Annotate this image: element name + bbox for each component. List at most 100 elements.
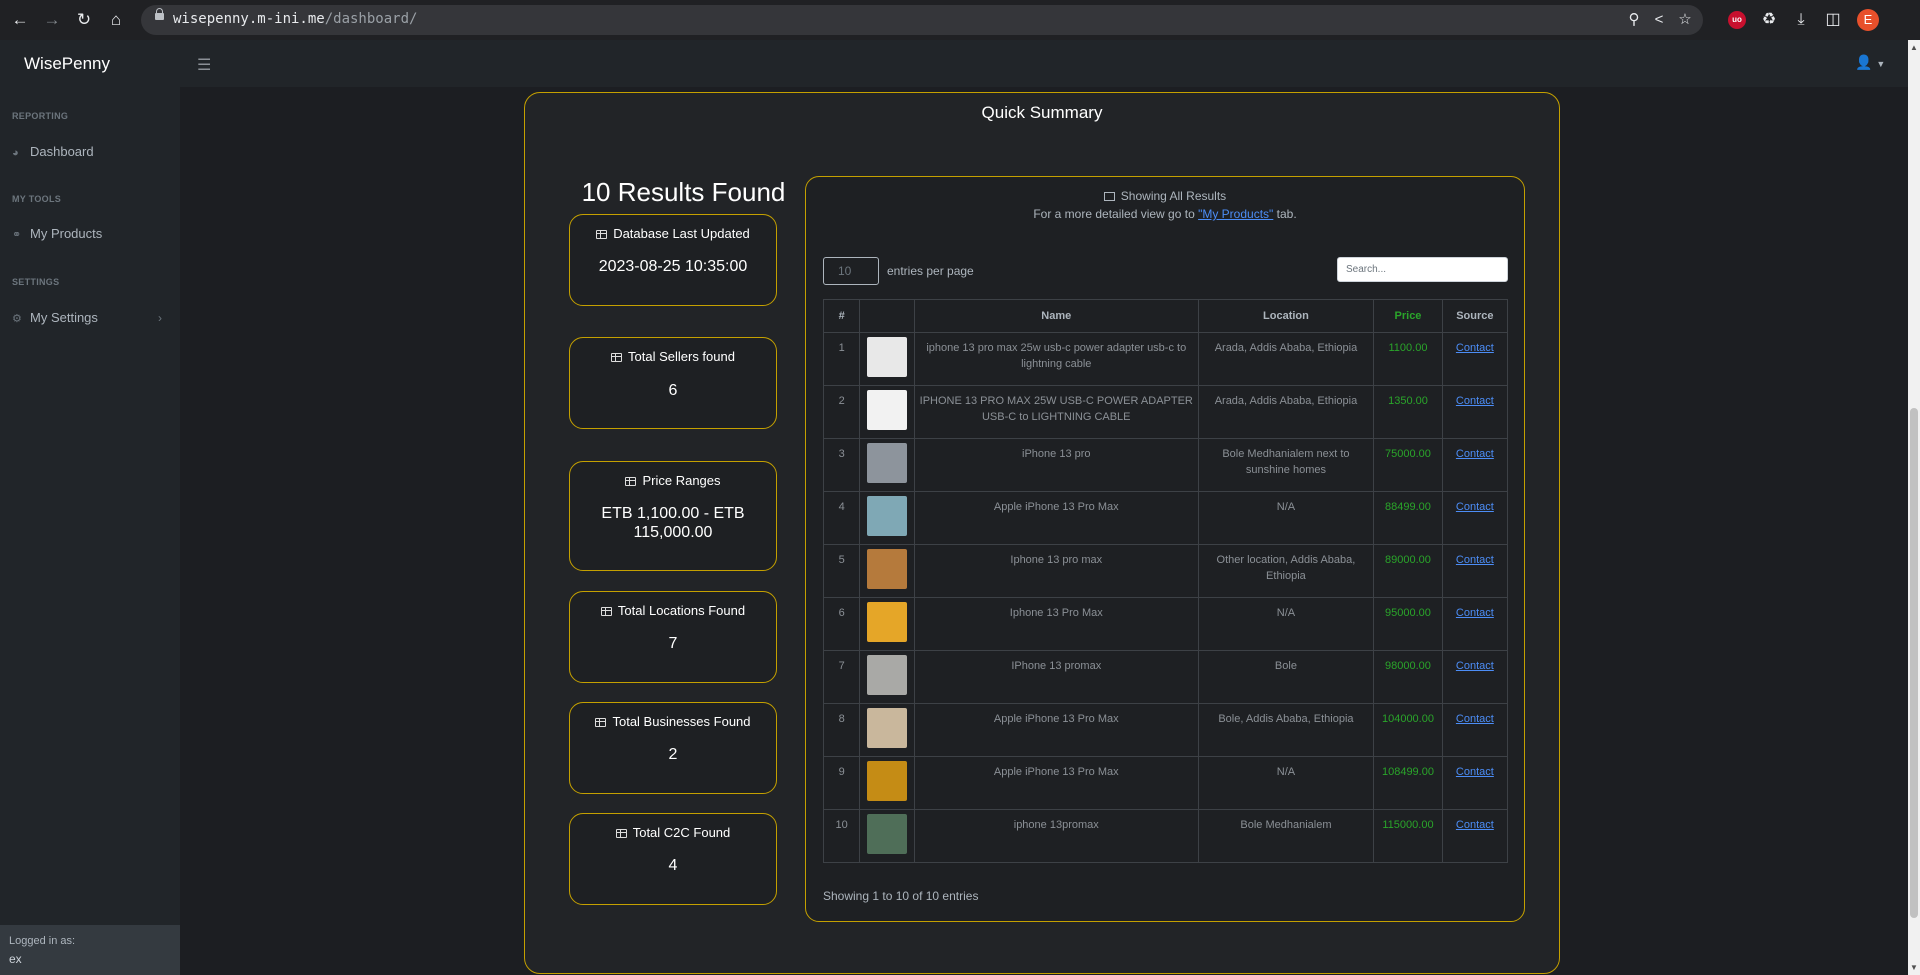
product-image[interactable] — [867, 496, 908, 536]
column-header-source[interactable]: Source — [1441, 299, 1509, 333]
card-value: 6 — [668, 382, 678, 399]
row-thumbnail — [859, 438, 915, 492]
contact-link[interactable]: Contact — [1456, 819, 1494, 831]
row-source: Contact — [1441, 756, 1509, 810]
card-value: 4 — [668, 857, 678, 874]
contact-link[interactable]: Contact — [1456, 342, 1494, 354]
contact-link[interactable]: Contact — [1456, 766, 1494, 778]
table-row: 9 Apple iPhone 13 Pro Max N/A 108499.00 Cont… — [822, 756, 1509, 810]
card-total-businesses: Total Businesses Found 2 — [569, 702, 777, 794]
user-menu-dropdown[interactable]: 👤 ▼ — [1855, 54, 1885, 71]
profile-avatar[interactable]: E — [1857, 9, 1879, 31]
reload-icon[interactable]: ↻ — [72, 8, 96, 32]
search-input[interactable]: Search... — [1337, 257, 1508, 282]
ublock-extension-icon[interactable]: uo — [1728, 11, 1746, 29]
table-icon — [1103, 192, 1115, 201]
card-value: 2 — [668, 746, 678, 763]
row-name: Apple iPhone 13 Pro Max — [913, 756, 1199, 810]
scrollbar-thumb[interactable] — [1910, 408, 1918, 918]
sidebar-item-dashboard[interactable]: ◕ Dashboard — [12, 144, 94, 159]
table-row: 4 Apple iPhone 13 Pro Max N/A 88499.00 Conta… — [822, 491, 1509, 545]
scroll-down-icon[interactable]: ▼ — [1910, 963, 1918, 972]
results-table: # Name Location Price Source 1 iphone 13 … — [822, 299, 1509, 863]
table-row: 6 Iphone 13 Pro Max N/A 95000.00 Contact — [822, 597, 1509, 651]
row-location: Bole Medhanialem next to sunshine homes — [1197, 438, 1375, 492]
share-icon[interactable]: < — [1648, 9, 1670, 31]
gear-icon: ⚙ — [12, 313, 22, 325]
contact-link[interactable]: Contact — [1456, 713, 1494, 725]
row-number: 9 — [822, 756, 861, 810]
bookmark-star-icon[interactable]: ☆ — [1674, 9, 1696, 31]
url-text[interactable]: wisepenny.m-ini.me/dashboard/ — [173, 11, 417, 27]
product-image[interactable] — [867, 390, 908, 430]
row-name: Apple iPhone 13 Pro Max — [913, 703, 1199, 757]
table-note: For a more detailed view go to — [1033, 207, 1199, 221]
sidebar-heading-settings: SETTINGS — [12, 277, 60, 287]
panel-title: Quick Summary — [981, 103, 1103, 122]
contact-link[interactable]: Contact — [1456, 554, 1494, 566]
row-price: 104000.00 — [1373, 703, 1443, 757]
extensions-puzzle-icon[interactable]: ♻ — [1758, 9, 1780, 31]
row-number: 6 — [822, 597, 861, 651]
row-price: 1100.00 — [1373, 332, 1443, 386]
table-heading-text: Showing All Results — [1120, 189, 1227, 203]
sidebar-toggle-icon[interactable]: ☰ — [197, 55, 211, 75]
column-header-price[interactable]: Price — [1373, 299, 1443, 333]
product-image[interactable] — [867, 655, 908, 695]
address-bar[interactable]: wisepenny.m-ini.me/dashboard/ ⚲ < ☆ — [141, 5, 1703, 35]
row-source: Contact — [1441, 597, 1509, 651]
row-source: Contact — [1441, 703, 1509, 757]
product-image[interactable] — [867, 549, 908, 589]
row-location: Arada, Addis Ababa, Ethiopia — [1197, 332, 1375, 386]
product-image[interactable] — [867, 337, 908, 377]
column-header-name[interactable]: Name — [913, 299, 1199, 333]
card-label: Total Sellers found — [628, 349, 735, 364]
sidebar-item-label: My Products — [30, 226, 103, 241]
home-icon[interactable]: ⌂ — [104, 8, 128, 32]
scroll-up-icon[interactable]: ▲ — [1910, 43, 1918, 52]
back-icon[interactable]: ← — [8, 8, 32, 32]
row-location: N/A — [1197, 756, 1375, 810]
contact-link[interactable]: Contact — [1456, 448, 1494, 460]
card-label: Price Ranges — [642, 473, 721, 488]
sidebar-heading-reporting: REPORTING — [12, 111, 69, 121]
sidebar-heading-my-tools: MY TOOLS — [12, 194, 62, 204]
my-products-link[interactable]: "My Products" — [1198, 207, 1273, 221]
product-image[interactable] — [867, 814, 908, 854]
sidebar-item-my-settings[interactable]: ⚙ My Settings — [12, 310, 98, 325]
row-location: N/A — [1197, 491, 1375, 545]
brand-logo[interactable]: WisePenny — [24, 54, 110, 74]
row-thumbnail — [859, 385, 915, 439]
table-note-suffix: tab. — [1273, 207, 1297, 221]
zoom-icon[interactable]: ⚲ — [1623, 9, 1645, 31]
product-image[interactable] — [867, 708, 908, 748]
column-header-location[interactable]: Location — [1197, 299, 1375, 333]
contact-link[interactable]: Contact — [1456, 660, 1494, 672]
row-source: Contact — [1441, 438, 1509, 492]
product-image[interactable] — [867, 761, 908, 801]
card-label: Total Locations Found — [617, 603, 746, 618]
row-number: 1 — [822, 332, 861, 386]
contact-link[interactable]: Contact — [1456, 607, 1494, 619]
row-name: Iphone 13 pro max — [913, 544, 1199, 598]
entries-per-page-input[interactable]: 10 — [823, 257, 879, 285]
chevron-right-icon[interactable]: › — [158, 311, 162, 325]
sidebar-item-my-products[interactable]: ⚭ My Products — [12, 226, 102, 241]
contact-link[interactable]: Contact — [1456, 501, 1494, 513]
download-icon[interactable]: ⤓ — [1790, 9, 1812, 31]
table-icon — [625, 477, 637, 486]
page-scrollbar[interactable]: ▲ ▼ — [1908, 40, 1920, 975]
column-header-number[interactable]: # — [822, 299, 861, 333]
forward-icon[interactable]: → — [40, 8, 64, 32]
column-header-image[interactable] — [859, 299, 915, 333]
row-source: Contact — [1441, 491, 1509, 545]
side-panel-icon[interactable]: ◫ — [1822, 9, 1844, 31]
product-image[interactable] — [867, 443, 908, 483]
contact-link[interactable]: Contact — [1456, 395, 1494, 407]
sidebar-item-label: My Settings — [30, 310, 98, 325]
lock-icon[interactable] — [155, 8, 164, 20]
row-number: 8 — [822, 703, 861, 757]
table-row: 2 IPHONE 13 PRO MAX 25W USB-C POWER ADAPT… — [822, 385, 1509, 439]
product-image[interactable] — [867, 602, 908, 642]
row-thumbnail — [859, 597, 915, 651]
